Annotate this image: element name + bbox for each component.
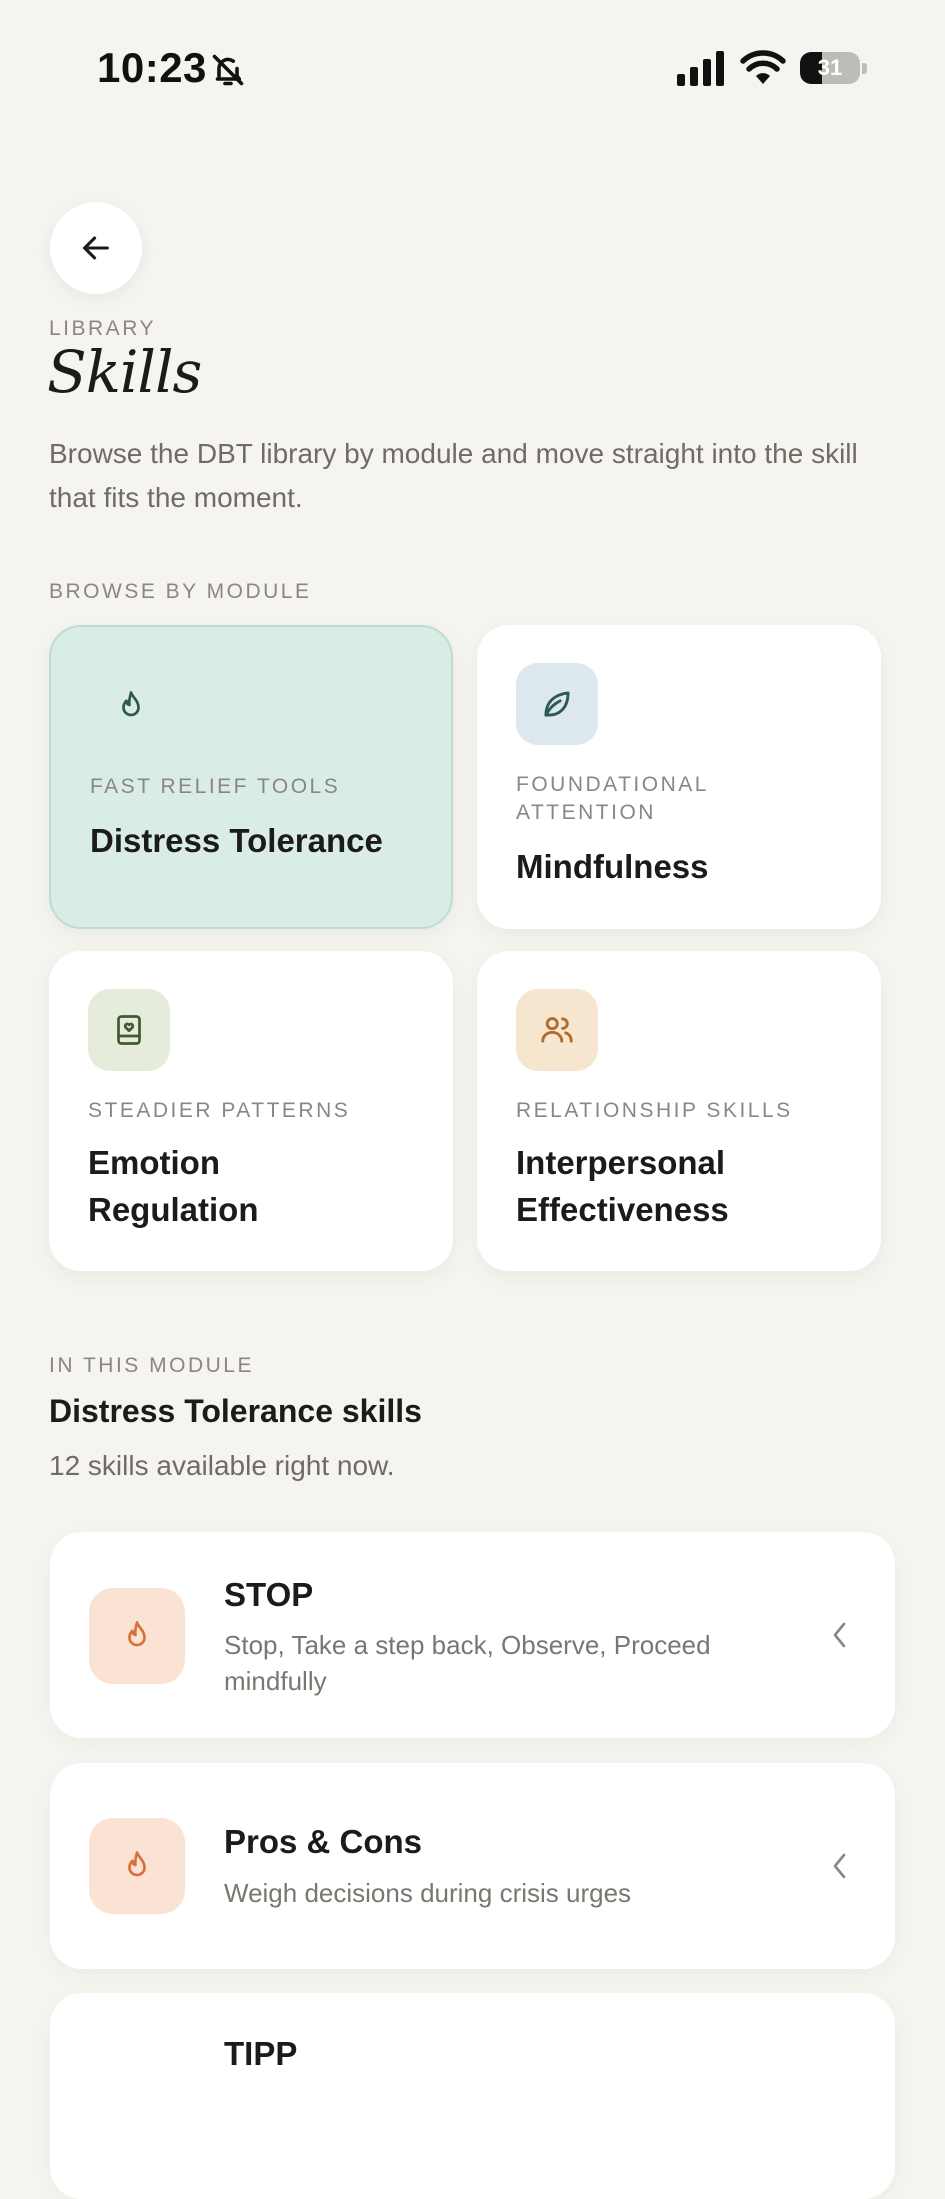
module-subtitle: RELATIONSHIP SKILLS bbox=[516, 1099, 793, 1122]
module-card-distress-tolerance[interactable]: FAST RELIEF TOOLS Distress Tolerance bbox=[49, 625, 453, 929]
skill-description: Weigh decisions during crisis urges bbox=[224, 1878, 632, 1908]
chevron-left-icon bbox=[833, 1622, 846, 1648]
skill-description: Stop, Take a step back, Observe, Proceed… bbox=[224, 1630, 711, 1696]
module-subtitle: STEADIER PATTERNS bbox=[88, 1099, 351, 1122]
flame-icon bbox=[128, 1851, 146, 1877]
status-bar: 10:23 31 bbox=[0, 0, 945, 140]
module-title: Distress Tolerance bbox=[90, 822, 383, 859]
module-title: Interpersonal Effectiveness bbox=[516, 1144, 729, 1228]
bell-off-icon bbox=[212, 54, 244, 86]
page-title: Skills bbox=[47, 338, 202, 406]
leaf-icon bbox=[544, 691, 570, 717]
skill-icon-container bbox=[89, 1588, 185, 1684]
module-icon-container bbox=[90, 665, 172, 747]
flame-icon bbox=[122, 691, 140, 717]
module-icon-container bbox=[516, 989, 598, 1071]
module-card-interpersonal-effectiveness[interactable]: RELATIONSHIP SKILLS Interpersonal Effect… bbox=[477, 951, 881, 1271]
module-subtitle: FOUNDATIONAL ATTENTION bbox=[516, 773, 709, 824]
skill-card-stop[interactable]: STOP Stop, Take a step back, Observe, Pr… bbox=[50, 1532, 895, 1738]
arrow-left-icon bbox=[83, 236, 109, 260]
module-subtitle: FAST RELIEF TOOLS bbox=[90, 775, 341, 798]
back-button[interactable] bbox=[50, 202, 142, 294]
signal-icon bbox=[677, 51, 724, 86]
skill-title: STOP bbox=[224, 1576, 314, 1613]
page-description: Browse the DBT library by module and mov… bbox=[49, 438, 858, 513]
module-title: Mindfulness bbox=[516, 848, 709, 885]
skill-card-tipp[interactable]: TIPP bbox=[50, 1993, 895, 2199]
flame-icon bbox=[128, 1621, 146, 1647]
module-icon-container bbox=[516, 663, 598, 745]
module-section-eyebrow: IN THIS MODULE bbox=[49, 1354, 254, 1377]
module-section-title: Distress Tolerance skills bbox=[49, 1393, 422, 1429]
browse-by-module-label: BROWSE BY MODULE bbox=[49, 580, 312, 603]
battery-indicator: 31 bbox=[800, 52, 868, 86]
skill-icon-container bbox=[89, 1818, 185, 1914]
skill-title: Pros & Cons bbox=[224, 1823, 423, 1860]
module-icon-container bbox=[88, 989, 170, 1071]
wifi-icon bbox=[740, 50, 786, 84]
skill-card-pros-and-cons[interactable]: Pros & Cons Weigh decisions during crisi… bbox=[50, 1763, 895, 1969]
module-card-emotion-regulation[interactable]: STEADIER PATTERNS Emotion Regulation bbox=[49, 951, 453, 1271]
journal-heart-icon bbox=[117, 1015, 141, 1045]
status-time: 10:23 bbox=[97, 44, 207, 91]
skill-title: TIPP bbox=[224, 2035, 298, 2072]
chevron-left-icon bbox=[833, 1853, 846, 1879]
module-title: Emotion Regulation bbox=[88, 1144, 259, 1228]
module-section-count: 12 skills available right now. bbox=[49, 1450, 395, 1481]
battery-percent: 31 bbox=[817, 55, 843, 80]
module-card-mindfulness[interactable]: FOUNDATIONAL ATTENTION Mindfulness bbox=[477, 625, 881, 929]
users-icon bbox=[541, 1017, 573, 1043]
